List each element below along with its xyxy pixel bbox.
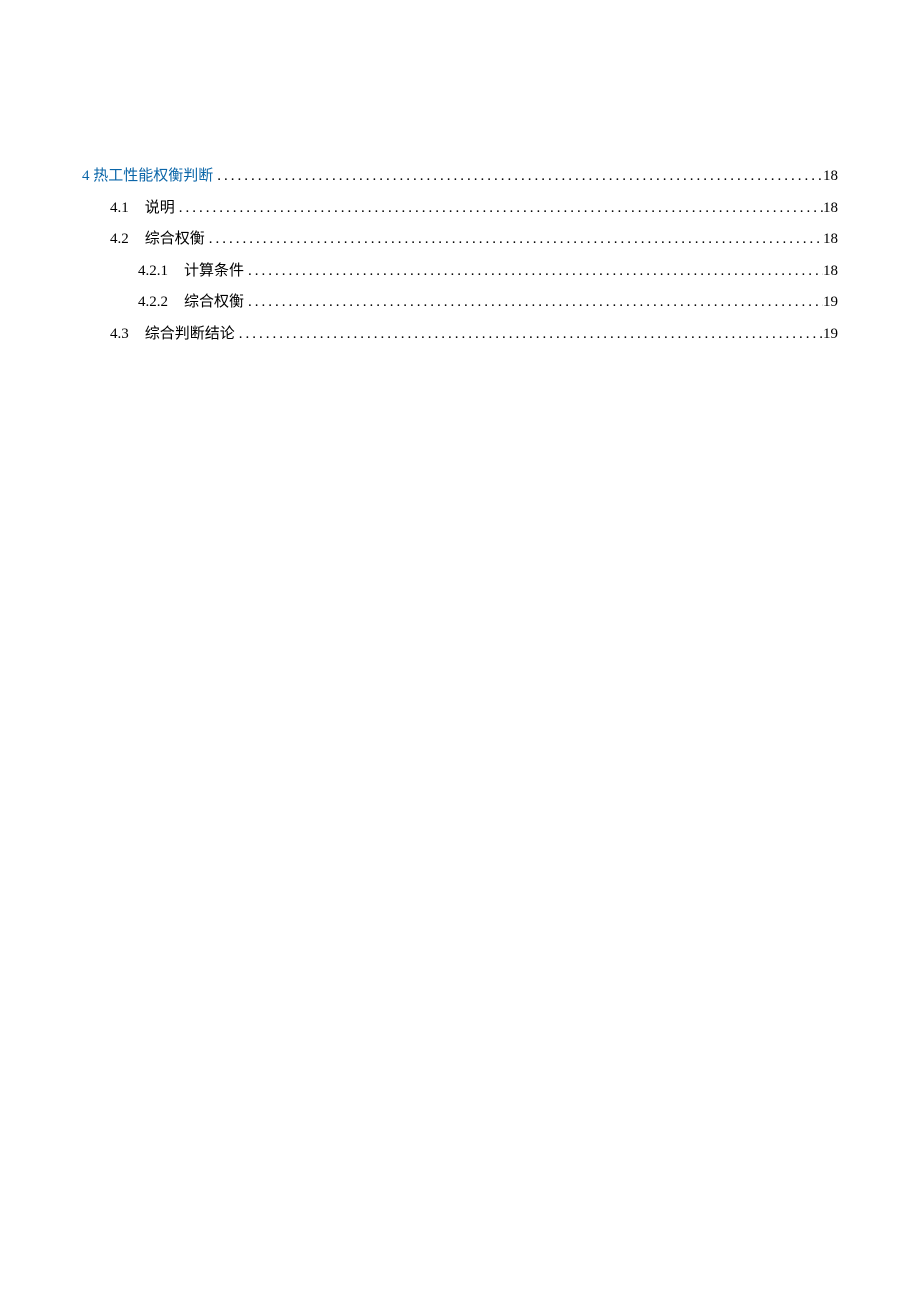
- toc-label: 4.2综合权衡: [110, 228, 205, 251]
- toc-entry-level-2[interactable]: 4.3综合判断结论 19: [82, 323, 838, 346]
- toc-entry-level-3[interactable]: 4.2.1计算条件 18: [82, 260, 838, 283]
- toc-leader: [244, 291, 823, 314]
- toc-page-number: 19: [823, 323, 838, 346]
- toc-entry-level-1[interactable]: 4 热工性能权衡判断 18: [82, 165, 838, 188]
- toc-page-number: 18: [823, 228, 838, 251]
- toc-page-number: 18: [823, 260, 838, 283]
- toc-leader: [205, 228, 823, 251]
- toc-leader: [213, 165, 823, 188]
- toc-label: 4.2.2综合权衡: [138, 291, 244, 314]
- toc-entry-level-3[interactable]: 4.2.2综合权衡 19: [82, 291, 838, 314]
- toc-label: 4 热工性能权衡判断: [82, 165, 213, 188]
- toc-leader: [175, 197, 823, 220]
- toc-entry-level-2[interactable]: 4.2综合权衡 18: [82, 228, 838, 251]
- toc-leader: [244, 260, 823, 283]
- toc-page-number: 19: [823, 291, 838, 314]
- table-of-contents: 4 热工性能权衡判断 18 4.1说明 18 4.2综合权衡 18 4.2.1计…: [82, 165, 838, 345]
- toc-leader: [235, 323, 823, 346]
- toc-label: 4.3综合判断结论: [110, 323, 235, 346]
- toc-page-number: 18: [823, 197, 838, 220]
- toc-label: 4.1说明: [110, 197, 175, 220]
- toc-label: 4.2.1计算条件: [138, 260, 244, 283]
- toc-page-number: 18: [823, 165, 838, 188]
- toc-entry-level-2[interactable]: 4.1说明 18: [82, 197, 838, 220]
